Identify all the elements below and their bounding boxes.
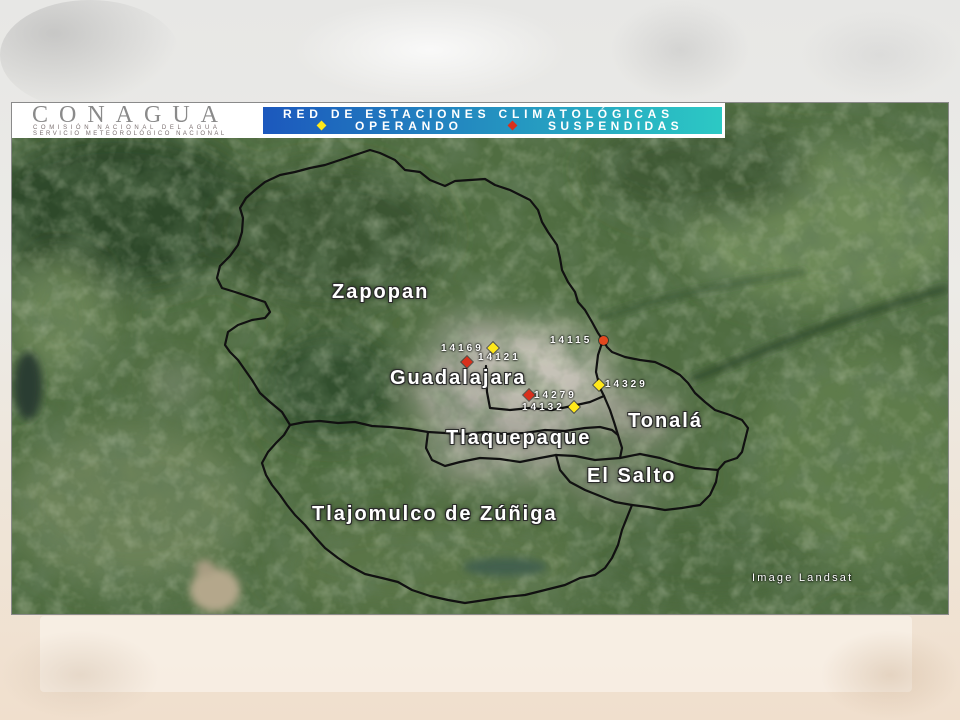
background-watermark xyxy=(800,10,960,100)
diamond-marker-icon xyxy=(523,389,535,401)
station-id: 14115 xyxy=(550,335,593,346)
satellite-map: CONAGUA COMISIÓN NACIONAL DEL AGUA SERVI… xyxy=(12,103,948,614)
background-watermark xyxy=(820,630,960,720)
diamond-marker-icon xyxy=(593,379,605,391)
diamond-marker-icon xyxy=(461,356,473,368)
station-id: 14132 xyxy=(522,402,565,413)
background-watermark xyxy=(0,630,160,720)
background-watermark xyxy=(610,0,750,100)
diamond-marker-icon xyxy=(568,401,580,413)
station-layer: 14169 14121 14115 14329 14279 14132 xyxy=(12,103,948,614)
background-watermark xyxy=(0,0,180,110)
station-id: 14121 xyxy=(478,352,521,363)
circle-marker-icon xyxy=(599,336,608,345)
imagery-credit: Image Landsat xyxy=(752,572,854,584)
background-watermark xyxy=(40,616,912,692)
background-watermark xyxy=(290,0,570,100)
station-id: 14279 xyxy=(534,390,577,401)
station-id: 14329 xyxy=(605,379,648,390)
